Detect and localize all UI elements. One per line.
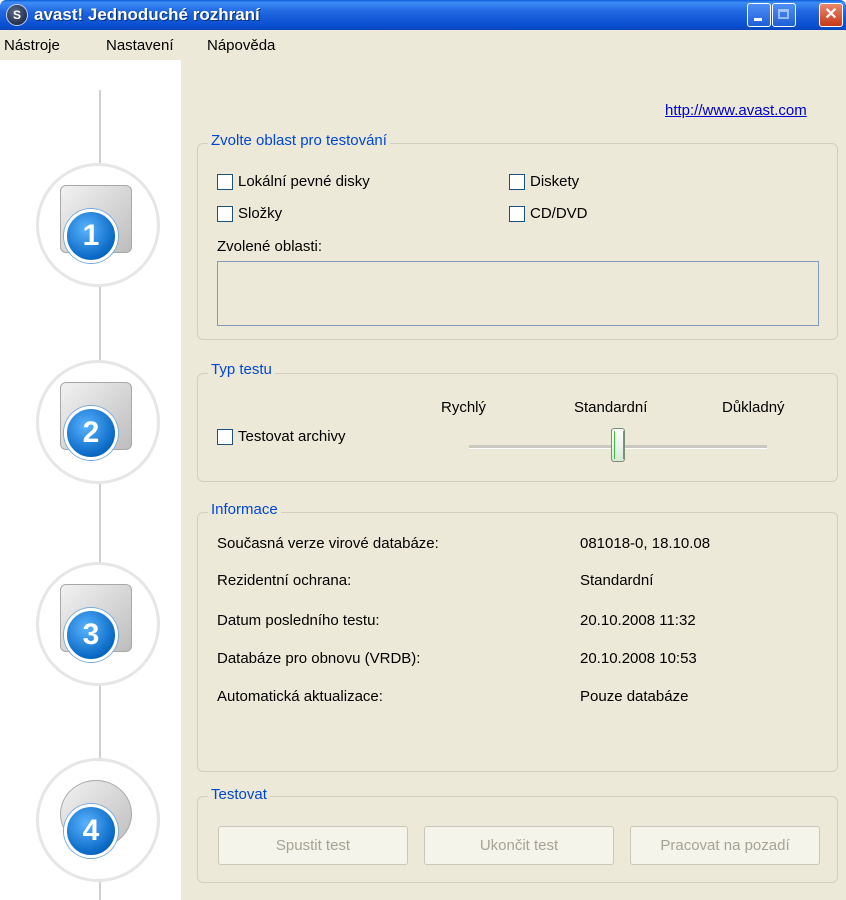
step-number: 4 [64,804,118,858]
info-label-last-scan: Datum posledního testu: [217,612,380,629]
checkbox-box[interactable] [509,173,525,190]
scan-legend: Testovat [208,786,270,803]
scan-level-slider-thumb[interactable] [611,428,625,462]
selected-areas-list[interactable] [217,261,819,326]
checkbox-local-disks[interactable]: Lokální pevné disky [217,173,370,190]
area-legend: Zvolte oblast pro testování [208,132,390,149]
menu-nastroje[interactable]: Nástroje [4,37,60,54]
window-title: avast! Jednoduché rozhraní [34,5,260,24]
info-legend: Informace [208,501,281,518]
step-2-type-icon: 2 [36,360,160,484]
info-value-db-version: 081018-0, 18.10.08 [580,535,711,552]
checkbox-label: Lokální pevné disky [238,173,370,190]
info-label-vrdb: Databáze pro obnovu (VRDB): [217,650,421,667]
checkbox-label: Testovat archivy [238,428,346,445]
info-value-vrdb: 20.10.2008 10:53 [580,650,697,667]
checkbox-cd-dvd[interactable]: CD/DVD [509,205,588,222]
maximize-button[interactable] [772,3,796,27]
checkbox-label: CD/DVD [530,205,588,222]
close-button[interactable]: ✕ [819,3,843,27]
run-in-background-button[interactable]: Pracovat na pozadí [630,826,820,865]
info-value-resident: Standardní [580,572,654,589]
stop-scan-button[interactable]: Ukončit test [424,826,614,865]
step-3-info-icon: 3 [36,562,160,686]
checkbox-floppy[interactable]: Diskety [509,173,579,190]
avast-website-link[interactable]: http://www.avast.com [665,102,807,119]
checkbox-box[interactable] [509,205,525,222]
checkbox-folders[interactable]: Složky [217,205,282,222]
step-number: 1 [64,209,118,263]
title-bar: S avast! Jednoduché rozhraní ✕ [0,0,846,30]
close-icon: ✕ [824,6,838,23]
level-label-thorough[interactable]: Důkladný [722,399,785,416]
test-type-legend: Typ testu [208,361,275,378]
info-label-resident: Rezidentní ochrana: [217,572,352,589]
selected-areas-label: Zvolené oblasti: [217,238,323,255]
start-scan-button[interactable]: Spustit test [218,826,408,865]
maximize-icon [778,9,789,19]
checkbox-box[interactable] [217,428,233,445]
checkbox-label: Složky [238,205,283,222]
level-label-standard[interactable]: Standardní [574,399,647,416]
menu-napoveda[interactable]: Nápověda [207,37,275,54]
checkbox-label: Diskety [530,173,580,190]
minimize-icon [754,18,762,21]
avast-icon[interactable]: S [6,4,28,26]
level-label-quick[interactable]: Rychlý [441,399,486,416]
step-number: 2 [64,406,118,460]
step-number: 3 [64,608,118,662]
info-value-auto-update: Pouze databáze [580,688,689,705]
minimize-button[interactable] [747,3,771,27]
info-label-db-version: Současná verze virové databáze: [217,535,439,552]
checkbox-box[interactable] [217,205,233,222]
menu-nastaveni[interactable]: Nastavení [106,37,174,54]
checkbox-test-archives[interactable]: Testovat archivy [217,428,346,445]
step-4-scan-icon: 4 [36,758,160,882]
checkbox-box[interactable] [217,173,233,190]
info-value-last-scan: 20.10.2008 11:32 [580,612,696,629]
info-label-auto-update: Automatická aktualizace: [217,688,383,705]
step-1-area-icon: 1 [36,163,160,287]
